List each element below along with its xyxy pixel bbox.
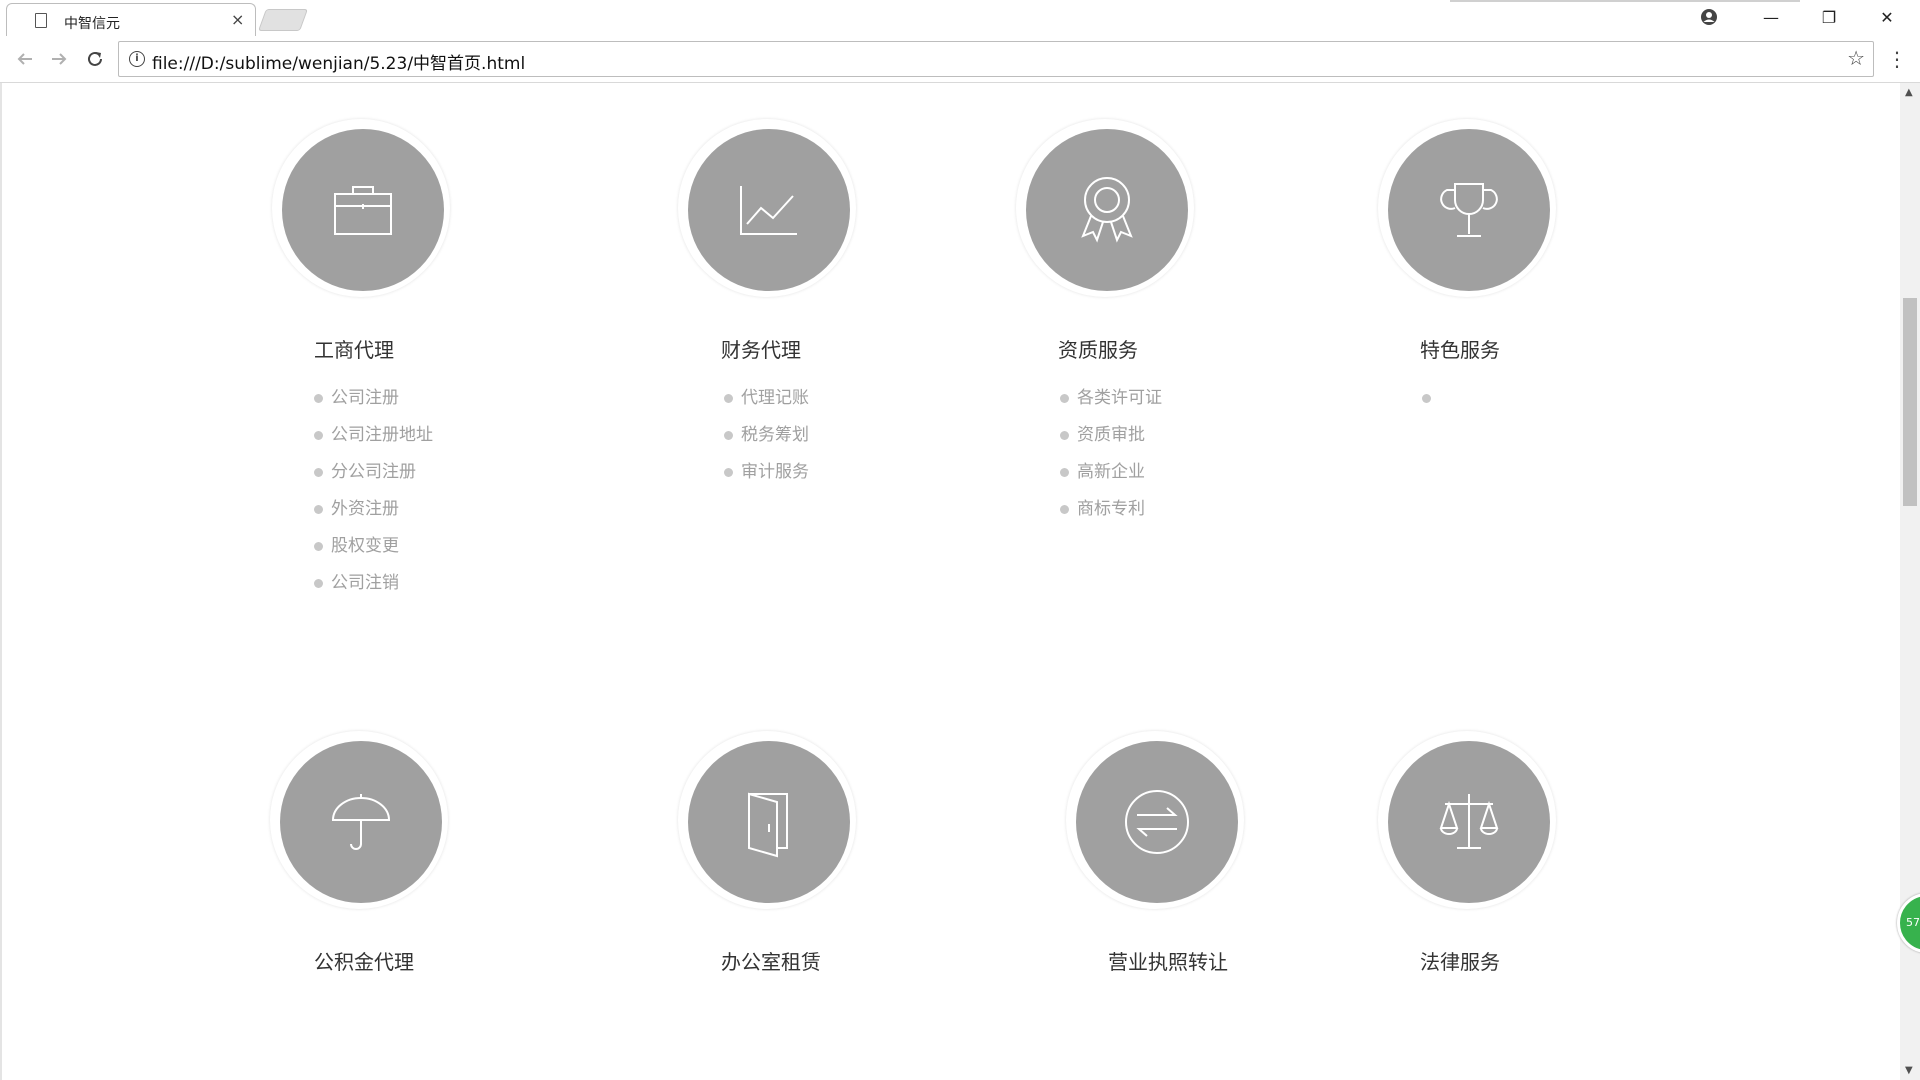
address-bar[interactable]: i file:///D:/sublime/wenjian/5.23/中智首页.h… [118, 41, 1874, 77]
service-link[interactable]: 商标专利 [1060, 499, 1162, 536]
service-link[interactable]: 代理记账 [724, 388, 809, 425]
service-card[interactable]: 工商代理 公司注册 公司注册地址 分公司注册 外资注册 股权变更 公司注销 [272, 119, 572, 679]
service-title: 工商代理 [314, 338, 394, 362]
line-chart-icon [688, 129, 850, 291]
service-link[interactable]: 公司注册地址 [314, 425, 433, 462]
service-title: 营业执照转让 [1108, 950, 1228, 974]
url-text[interactable]: file:///D:/sublime/wenjian/5.23/中智首页.htm… [152, 49, 525, 74]
exchange-arrows-icon [1076, 741, 1238, 903]
service-title: 法律服务 [1420, 950, 1500, 974]
service-icon-frame [1016, 119, 1194, 297]
reload-icon[interactable] [79, 44, 111, 74]
service-list: 各类许可证 资质审批 高新企业 商标专利 [1060, 388, 1162, 536]
briefcase-icon [282, 129, 444, 291]
page-content: 工商代理 公司注册 公司注册地址 分公司注册 外资注册 股权变更 公司注销 财务… [0, 83, 1900, 1080]
service-link[interactable] [1422, 388, 1439, 425]
service-link[interactable]: 审计服务 [724, 462, 809, 499]
service-card[interactable]: 办公室租赁 [678, 731, 978, 991]
service-link[interactable]: 股权变更 [314, 536, 433, 573]
service-icon-frame [1066, 731, 1244, 909]
award-ribbon-icon [1026, 129, 1188, 291]
page-icon [35, 13, 47, 28]
page-left-edge [0, 83, 2, 1080]
info-icon[interactable]: i [129, 51, 145, 67]
service-icon-frame [272, 119, 450, 297]
service-link[interactable]: 外资注册 [314, 499, 433, 536]
service-icon-frame [678, 119, 856, 297]
scroll-up-arrow-icon[interactable]: ▲ [1905, 87, 1913, 98]
service-card[interactable]: 财务代理 代理记账 税务筹划 审计服务 [678, 119, 978, 679]
browser-toolbar: i file:///D:/sublime/wenjian/5.23/中智首页.h… [0, 36, 1920, 83]
umbrella-icon [280, 741, 442, 903]
service-link[interactable]: 税务筹划 [724, 425, 809, 462]
service-link[interactable]: 各类许可证 [1060, 388, 1162, 425]
trophy-icon [1388, 129, 1550, 291]
service-icon-frame [678, 731, 856, 909]
restore-button[interactable]: ❐ [1806, 2, 1852, 32]
scales-icon [1388, 741, 1550, 903]
browser-menu-icon[interactable]: ⋮ [1885, 44, 1909, 74]
forward-arrow-icon[interactable] [43, 44, 75, 74]
service-card[interactable]: 资质服务 各类许可证 资质审批 高新企业 商标专利 [1016, 119, 1316, 679]
service-icon-frame [1378, 119, 1556, 297]
service-icon-frame [270, 731, 448, 909]
service-title: 特色服务 [1420, 338, 1500, 362]
service-link[interactable]: 高新企业 [1060, 462, 1162, 499]
service-link[interactable]: 公司注销 [314, 573, 433, 610]
scroll-thumb[interactable] [1903, 298, 1917, 506]
service-card[interactable]: 法律服务 [1378, 731, 1678, 991]
service-title: 资质服务 [1058, 338, 1138, 362]
service-title: 办公室租赁 [721, 950, 821, 974]
service-card[interactable]: 公积金代理 [270, 731, 570, 991]
tab-close-icon[interactable]: × [231, 10, 244, 29]
service-link[interactable]: 公司注册 [314, 388, 433, 425]
service-card[interactable]: 营业执照转让 [1066, 731, 1366, 991]
bookmark-star-icon[interactable]: ☆ [1847, 46, 1865, 70]
scroll-down-arrow-icon[interactable]: ▼ [1905, 1065, 1913, 1076]
title-bar: 中智信元 × — ❐ ✕ [0, 0, 1920, 37]
service-link[interactable]: 分公司注册 [314, 462, 433, 499]
browser-tab[interactable]: 中智信元 × [6, 3, 256, 37]
back-arrow-icon[interactable] [9, 44, 41, 74]
service-list: 代理记账 税务筹划 审计服务 [724, 388, 809, 499]
service-link[interactable]: 资质审批 [1060, 425, 1162, 462]
close-window-button[interactable]: ✕ [1864, 2, 1910, 32]
service-card[interactable]: 特色服务 [1378, 119, 1678, 679]
service-list [1422, 388, 1439, 425]
service-title: 公积金代理 [314, 950, 414, 974]
service-list: 公司注册 公司注册地址 分公司注册 外资注册 股权变更 公司注销 [314, 388, 433, 610]
service-title: 财务代理 [721, 338, 801, 362]
profile-icon[interactable] [1686, 2, 1732, 32]
tab-title: 中智信元 [64, 16, 120, 32]
minimize-button[interactable]: — [1748, 2, 1794, 32]
new-tab-button[interactable] [257, 9, 309, 31]
door-icon [688, 741, 850, 903]
service-icon-frame [1378, 731, 1556, 909]
